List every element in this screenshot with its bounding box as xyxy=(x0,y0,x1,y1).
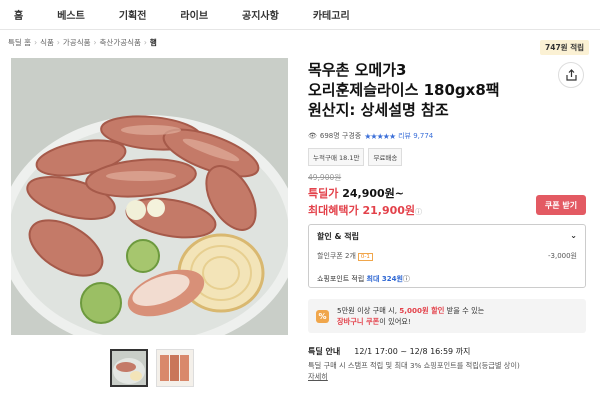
more-link[interactable]: 자세히 xyxy=(308,372,328,381)
chevron-right-icon: › xyxy=(56,38,60,47)
breadcrumb-item[interactable]: 가공식품 xyxy=(63,37,91,48)
points-value: 최대 324원 xyxy=(366,275,403,283)
nav-home[interactable]: 홈 xyxy=(14,7,23,22)
smoked-duck-plate-image xyxy=(11,58,288,335)
deal-desc-text: 특딜 구매 시 스탬프 적립 및 최대 3% 쇼핑포인트를 적립(등급별 상이) xyxy=(308,361,520,370)
discount-header[interactable]: 할인 & 적립 ⌄ xyxy=(317,231,577,242)
nav-category[interactable]: 카테고리 xyxy=(313,7,350,22)
product-tags: 누적구매 18.1만 무료배송 xyxy=(308,148,403,166)
cart-coupon-banner[interactable]: % 5만원 이상 구매 시, 5,000원 할인 받을 수 있는 장바구니 쿠폰… xyxy=(308,299,586,333)
percent-icon: % xyxy=(316,309,329,323)
thumbnail-list xyxy=(110,349,194,387)
discount-panel: 할인 & 적립 ⌄ 할인쿠폰 2개 0-1 -3,000원 쇼핑포인트 적립 최대… xyxy=(308,224,586,288)
discount-title: 할인 & 적립 xyxy=(317,232,359,241)
coupon-count-badge: 0-1 xyxy=(357,253,373,261)
deal-price-label: 특딜가 xyxy=(308,187,339,200)
info-icon[interactable]: ⓘ xyxy=(403,275,410,283)
promo-text: 5만원 이상 구매 시, 5,000원 할인 받을 수 있는 장바구니 쿠폰이 … xyxy=(337,305,484,327)
deal-description: 특딜 구매 시 스탬프 적립 및 최대 3% 쇼핑포인트를 적립(등급별 상이)… xyxy=(308,360,588,382)
star-rating: ★★★★★ xyxy=(364,131,396,141)
chevron-right-icon: › xyxy=(143,38,147,47)
eye-icon: 👁 xyxy=(308,132,317,140)
max-benefit-price: 최대혜택가 21,900원ⓘ xyxy=(308,202,422,218)
deal-price-value: 24,900원~ xyxy=(342,187,405,200)
review-link[interactable]: 리뷰 9,774 xyxy=(398,131,433,141)
nav-best[interactable]: 베스트 xyxy=(57,7,85,22)
title-line: 목우촌 오메가3 xyxy=(308,61,407,79)
product-title: 목우촌 오메가3 오리훈제슬라이스 180gx8팩 원산지: 상세설명 참조 xyxy=(308,60,558,120)
promo-text-b: 받을 수 있는 xyxy=(444,306,485,315)
rating-row: 👁 698명 구경중 ★★★★★ 리뷰 9,774 xyxy=(308,131,433,141)
deal-info-label: 특딜 안내 xyxy=(308,347,341,356)
title-line: 원산지: 상세설명 참조 xyxy=(308,101,449,119)
breadcrumb-item[interactable]: 축산가공식품 xyxy=(100,37,141,48)
deal-price: 특딜가 24,900원~ xyxy=(308,185,404,201)
viewer-count: 698명 구경중 xyxy=(319,132,362,140)
points-row: 쇼핑포인트 적립 최대 324원ⓘ xyxy=(317,274,577,284)
breadcrumb-current[interactable]: 햄 xyxy=(150,37,157,48)
breadcrumb-item[interactable]: 식품 xyxy=(40,37,54,48)
coupon-value: -3,000원 xyxy=(547,252,577,260)
nav-notice[interactable]: 공지사항 xyxy=(242,7,279,22)
thumbnail-packages-image xyxy=(157,350,193,386)
nav-exhibition[interactable]: 기획전 xyxy=(119,7,147,22)
top-nav: 홈 베스트 기획전 라이브 공지사항 카테고리 xyxy=(0,0,600,30)
share-button[interactable] xyxy=(558,62,584,88)
deal-info-header: 특딜 안내 12/1 17:00 ~ 12/8 16:59 까지 xyxy=(308,346,470,357)
promo-highlight: 5,000원 할인 xyxy=(399,306,445,315)
points-label: 쇼핑포인트 적립 xyxy=(317,275,365,283)
breadcrumb: 특딜 홈 › 식품 › 가공식품 › 축산가공식품 › 햄 xyxy=(8,37,157,48)
thumbnail-2[interactable] xyxy=(156,349,194,387)
promo-coupon-name: 장바구니 쿠폰 xyxy=(337,317,380,326)
promo-text-c: 이 있어요! xyxy=(379,317,411,326)
sales-tag: 누적구매 18.1만 xyxy=(308,148,365,166)
max-benefit-value: 21,900원 xyxy=(362,204,416,217)
coupon-label: 할인쿠폰 2개 xyxy=(317,252,356,260)
breadcrumb-item[interactable]: 특딜 홈 xyxy=(8,37,31,48)
original-price: 49,900원 xyxy=(308,173,342,182)
chevron-right-icon: › xyxy=(34,38,38,47)
deal-period: 12/1 17:00 ~ 12/8 16:59 까지 xyxy=(354,347,471,356)
nav-live[interactable]: 라이브 xyxy=(180,7,208,22)
get-coupon-button[interactable]: 쿠폰 받기 xyxy=(536,195,586,215)
info-icon[interactable]: ⓘ xyxy=(415,208,422,216)
thumbnail-1[interactable] xyxy=(110,349,148,387)
product-main-image[interactable] xyxy=(11,58,288,335)
share-icon xyxy=(565,69,577,81)
coupon-row: 할인쿠폰 2개 0-1 -3,000원 xyxy=(317,251,577,261)
chevron-right-icon: › xyxy=(93,38,97,47)
reward-badge: 747원 적립 xyxy=(540,40,589,55)
thumbnail-plate-image xyxy=(112,351,146,385)
promo-text-a: 5만원 이상 구매 시, xyxy=(337,306,400,315)
shipping-tag: 무료배송 xyxy=(368,148,403,166)
chevron-down-icon[interactable]: ⌄ xyxy=(570,231,577,242)
title-line: 오리훈제슬라이스 180gx8팩 xyxy=(308,81,500,99)
max-benefit-label: 최대혜택가 xyxy=(308,204,359,217)
